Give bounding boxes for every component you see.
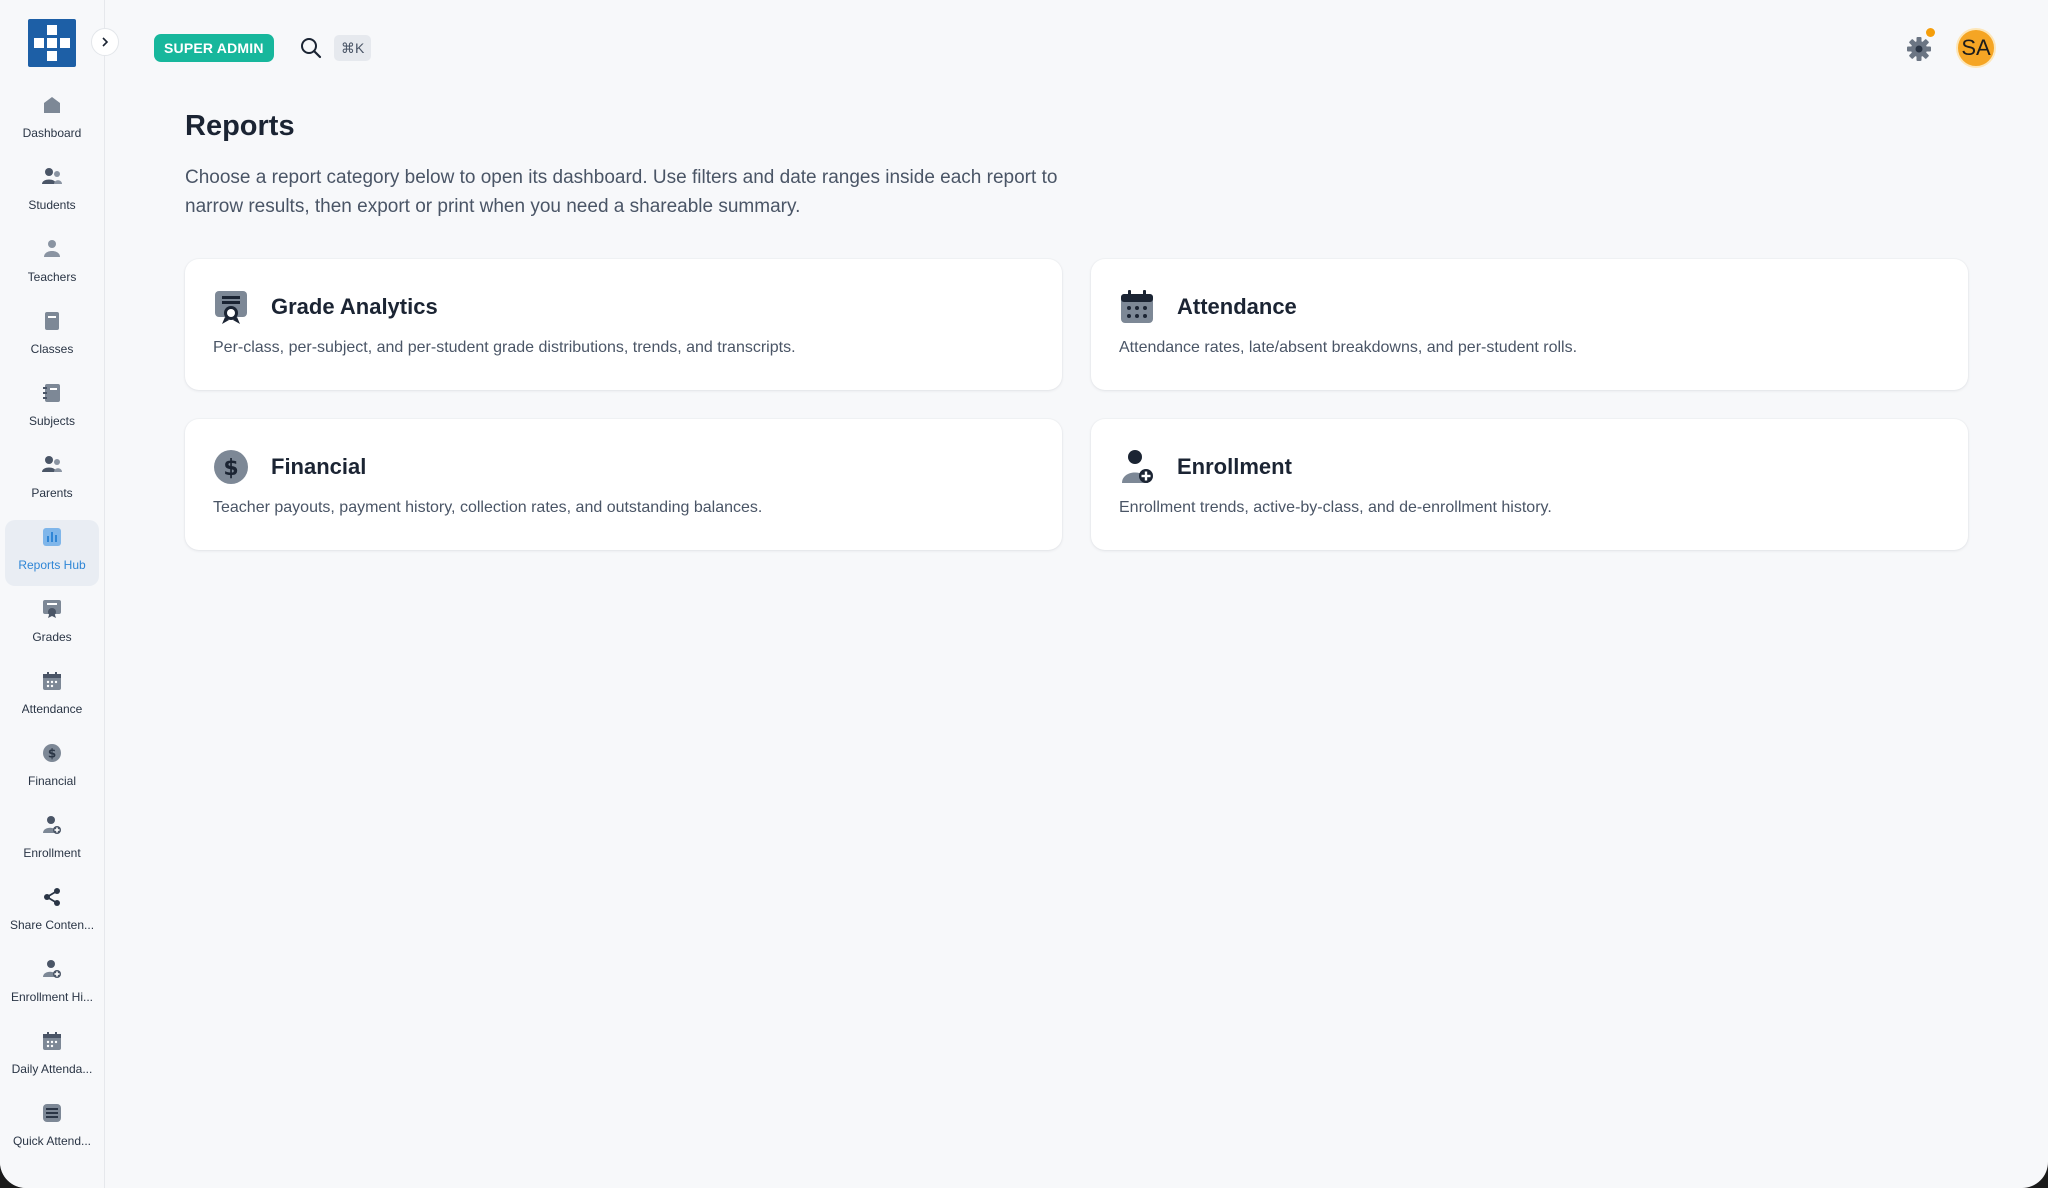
chevron-right-icon <box>102 37 109 47</box>
app-logo[interactable] <box>28 19 76 67</box>
card-title: Enrollment <box>1177 454 1292 479</box>
app-window: Dashboard Students Teachers Classes Subj… <box>0 0 2048 1188</box>
sidebar-item-label: Daily Attenda... <box>11 1062 93 1076</box>
sidebar-item-students[interactable]: Students <box>5 160 99 226</box>
sidebar-item-label: Enrollment <box>23 846 81 860</box>
sidebar-item-label: Classes <box>30 342 74 356</box>
card-description: Attendance rates, late/absent breakdowns… <box>1119 339 1578 356</box>
sidebar-item-label: Parents <box>31 486 73 500</box>
sidebar-item-teachers[interactable]: Teachers <box>5 232 99 298</box>
page-description: Choose a report category below to open i… <box>185 167 1058 217</box>
sidebar-collapse-button[interactable] <box>91 28 119 56</box>
card-title: Attendance <box>1177 294 1297 319</box>
sidebar-item-enrollment-history[interactable]: Enrollment Hi... <box>5 952 99 1018</box>
book-icon <box>41 310 63 332</box>
sidebar-item-label: Quick Attend... <box>12 1134 92 1148</box>
sidebar-item-label: Enrollment Hi... <box>10 990 94 1004</box>
notification-dot <box>1926 28 1935 37</box>
users-icon <box>41 166 63 188</box>
sidebar-item-label: Teachers <box>27 270 77 284</box>
search-icon[interactable] <box>300 37 322 59</box>
calendar-icon <box>41 1030 63 1052</box>
user-plus-icon <box>41 958 63 980</box>
card-title: Financial <box>271 454 367 479</box>
sidebar-item-daily-attendance[interactable]: Daily Attenda... <box>5 1024 99 1090</box>
sidebar-item-label: Attendance <box>21 702 83 716</box>
page-title: Reports <box>185 110 295 142</box>
sidebar-item-label: Grades <box>32 630 72 644</box>
sidebar-item-classes[interactable]: Classes <box>5 304 99 370</box>
user-icon <box>41 238 63 260</box>
sidebar-nav: Dashboard Students Teachers Classes Subj… <box>0 88 104 1168</box>
svg-text:$: $ <box>48 747 56 761</box>
report-card-financial[interactable]: $ Financial Teacher payouts, payment his… <box>185 419 1062 550</box>
sidebar-item-quick-attendance[interactable]: Quick Attend... <box>5 1096 99 1162</box>
card-description: Enrollment trends, active-by-class, and … <box>1119 499 1552 516</box>
card-description: Teacher payouts, payment history, collec… <box>213 499 763 516</box>
sidebar-item-reports-hub[interactable]: Reports Hub <box>5 520 99 586</box>
calendar-icon <box>41 670 63 692</box>
role-badge: SUPER ADMIN <box>154 34 274 62</box>
search-shortcut-hint[interactable]: ⌘K <box>334 35 372 61</box>
sidebar-item-share-content[interactable]: Share Conten... <box>5 880 99 946</box>
user-plus-icon <box>41 814 63 836</box>
card-description: Per-class, per-subject, and per-student … <box>213 339 796 356</box>
sidebar-item-grades[interactable]: Grades <box>5 592 99 658</box>
sidebar-item-label: Financial <box>27 774 77 788</box>
sidebar-item-label: Reports Hub <box>18 558 86 572</box>
dollar-icon: $ <box>213 449 249 485</box>
sidebar-item-attendance[interactable]: Attendance <box>5 664 99 730</box>
user-plus-icon <box>1119 449 1155 485</box>
users-icon <box>41 454 63 476</box>
notebook-icon <box>41 382 63 404</box>
sidebar-item-label: Dashboard <box>22 126 82 140</box>
sidebar-item-label: Share Conten... <box>9 918 95 932</box>
avatar[interactable]: SA <box>1956 28 1996 68</box>
report-card-enrollment[interactable]: Enrollment Enrollment trends, active-by-… <box>1091 419 1968 550</box>
gear-icon <box>1907 37 1931 61</box>
sidebar: Dashboard Students Teachers Classes Subj… <box>0 0 119 1188</box>
certificate-icon <box>41 598 63 620</box>
sidebar-item-parents[interactable]: Parents <box>5 448 99 514</box>
settings-button[interactable] <box>1905 35 1933 63</box>
svg-text:$: $ <box>223 456 238 481</box>
dollar-icon: $ <box>41 742 63 764</box>
sidebar-item-enrollment[interactable]: Enrollment <box>5 808 99 874</box>
sidebar-item-financial[interactable]: $ Financial <box>5 736 99 802</box>
chart-icon <box>41 526 63 548</box>
checklist-icon <box>41 1102 63 1124</box>
share-icon <box>41 886 63 908</box>
certificate-icon <box>213 289 249 325</box>
sidebar-item-subjects[interactable]: Subjects <box>5 376 99 442</box>
sidebar-item-dashboard[interactable]: Dashboard <box>5 88 99 154</box>
sidebar-item-label: Subjects <box>28 414 76 428</box>
home-icon <box>41 94 63 116</box>
calendar-icon <box>1119 289 1155 325</box>
report-card-grade-analytics[interactable]: Grade Analytics Per-class, per-subject, … <box>185 259 1062 390</box>
card-title: Grade Analytics <box>271 294 438 319</box>
sidebar-item-label: Students <box>28 198 76 212</box>
report-card-attendance[interactable]: Attendance Attendance rates, late/absent… <box>1091 259 1968 390</box>
